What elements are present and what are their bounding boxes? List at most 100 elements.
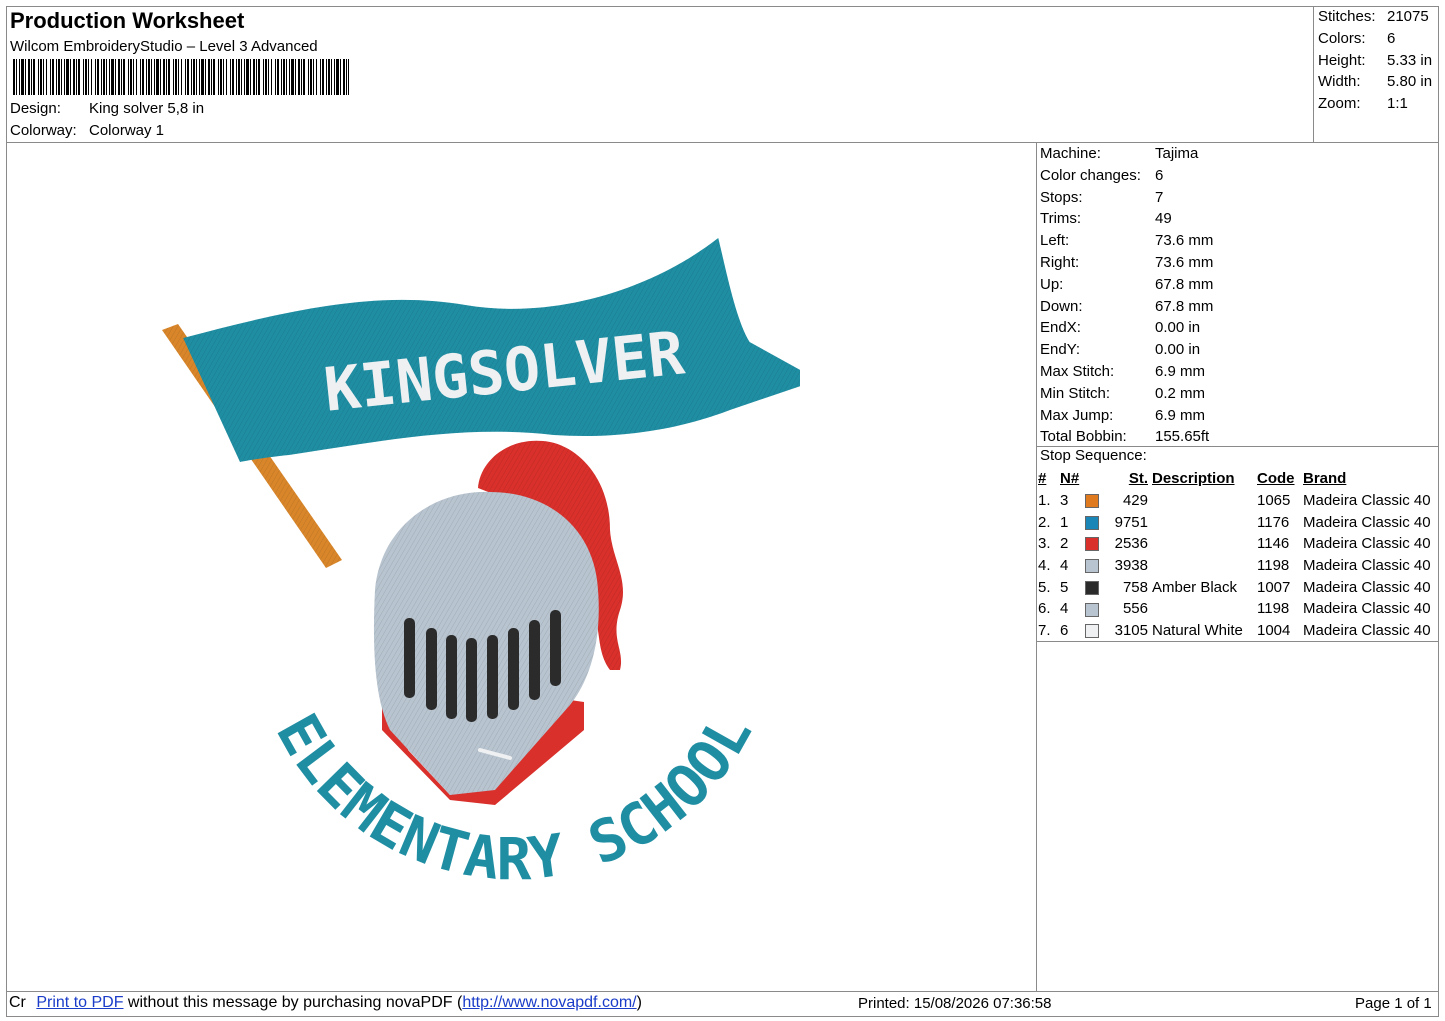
row-swatch (1085, 490, 1103, 512)
banner: KINGSOLVER (183, 238, 800, 462)
print-to-pdf-link[interactable]: Print to PDF (36, 994, 123, 1011)
row-description: Amber Black (1152, 578, 1238, 596)
row-n: 3 (1060, 492, 1069, 510)
row-swatch (1085, 555, 1103, 577)
row-st: 2536 (1114, 535, 1148, 553)
table-row: 6. 4 556 1198 Madeira Classic 40 (1038, 598, 1431, 620)
machine-value: 6.9 mm (1155, 362, 1206, 380)
panel-divider (1036, 142, 1037, 992)
summary-label: Height: (1318, 51, 1366, 69)
footer-prefix: Cr (9, 994, 26, 1011)
col-st: St. (1128, 470, 1148, 488)
design-label: Design: (10, 100, 61, 117)
summary-stats: Stitches: 21075 Colors: 6 Height: 5.33 in Widt… (1318, 6, 1432, 115)
row-n: 4 (1060, 557, 1069, 575)
row-n: 6 (1060, 622, 1069, 640)
row-swatch (1085, 511, 1103, 533)
color-swatch (1085, 559, 1099, 574)
embroidery-design: KINGSOLVER ELEMENTARY SCHOOL (162, 238, 800, 893)
machine-row: Right: 73.6 mm (1040, 252, 1213, 274)
machine-label: Max Jump: (1040, 406, 1114, 424)
row-brand: Madeira Classic 40 (1303, 492, 1431, 510)
row-num: 1. (1038, 492, 1051, 510)
software-name: Wilcom EmbroideryStudio – Level 3 Advanc… (10, 38, 318, 55)
machine-value: 73.6 mm (1155, 232, 1214, 250)
summary-value: 21075 (1387, 8, 1429, 25)
row-num: 6. (1038, 600, 1051, 618)
row-description (1152, 555, 1257, 577)
machine-label: Down: (1040, 297, 1083, 315)
summary-value: 1:1 (1387, 95, 1408, 113)
row-st: 3938 (1114, 557, 1148, 575)
machine-info: Machine: Tajima Color changes: 6 Stops: 7 Trim… (1040, 143, 1213, 448)
machine-row: Max Jump: 6.9 mm (1040, 405, 1213, 427)
row-code: 1198 (1257, 600, 1290, 618)
color-swatch (1085, 580, 1099, 595)
col-brand: Brand (1303, 470, 1347, 488)
machine-label: EndX: (1040, 319, 1081, 337)
row-description (1152, 598, 1257, 620)
color-swatch (1085, 515, 1099, 530)
table-row: 3. 2 2536 1146 Madeira Classic 40 (1038, 533, 1431, 555)
row-brand: Madeira Classic 40 (1303, 557, 1431, 575)
row-swatch (1085, 533, 1103, 555)
row-n: 1 (1060, 513, 1069, 531)
row-code: 1198 (1257, 557, 1290, 575)
machine-row: Min Stitch: 0.2 mm (1040, 383, 1213, 405)
row-description (1152, 533, 1257, 555)
summary-label: Zoom: (1318, 95, 1361, 113)
colorway-value: Colorway 1 (89, 122, 165, 139)
row-num: 4. (1038, 557, 1051, 575)
row-code: 1004 (1257, 622, 1291, 640)
row-n: 2 (1060, 535, 1069, 553)
machine-label: Right: (1040, 253, 1080, 271)
color-swatch (1085, 624, 1099, 639)
color-swatch (1085, 494, 1099, 509)
summary-row: Height: 5.33 in (1318, 50, 1432, 72)
machine-value: Tajima (1155, 145, 1199, 162)
machine-value: 0.00 in (1155, 341, 1201, 359)
table-row: 5. 5 758 Amber Black 1007 Madeira Classic 40 (1038, 576, 1431, 598)
color-swatch (1085, 602, 1099, 617)
row-n: 5 (1060, 578, 1069, 596)
machine-value: 67.8 mm (1155, 297, 1214, 315)
stop-sequence-table: # N# St. Description Code Brand 1. 3 429 10… (1038, 468, 1431, 642)
footer-message: Cr Print to PDF without this message by … (9, 994, 642, 1012)
table-header-row: # N# St. Description Code Brand (1038, 468, 1431, 490)
stop-sequence-title: Stop Sequence: (1040, 447, 1147, 464)
machine-value: 49 (1155, 210, 1172, 228)
row-brand: Madeira Classic 40 (1303, 513, 1431, 531)
summary-value: 5.80 in (1387, 73, 1433, 91)
machine-row: Color changes: 6 (1040, 165, 1213, 187)
row-description (1152, 511, 1257, 533)
machine-value: 155.65ft (1155, 428, 1210, 446)
machine-row: Max Stitch: 6.9 mm (1040, 361, 1213, 383)
row-st: 429 (1122, 492, 1148, 510)
row-st: 556 (1122, 600, 1148, 618)
col-num: # (1038, 470, 1047, 488)
row-brand: Madeira Classic 40 (1303, 600, 1431, 618)
table-row: 4. 4 3938 1198 Madeira Classic 40 (1038, 555, 1431, 577)
footer-divider (6, 991, 1439, 992)
machine-row: EndY: 0.00 in (1040, 339, 1213, 361)
novapdf-link[interactable]: http://www.novapdf.com/ (462, 994, 636, 1011)
machine-label: Min Stitch: (1040, 384, 1111, 402)
summary-row: Zoom: 1:1 (1318, 93, 1432, 115)
machine-value: 6 (1155, 166, 1164, 184)
machine-row: EndX: 0.00 in (1040, 317, 1213, 339)
row-brand: Madeira Classic 40 (1303, 578, 1431, 596)
row-code: 1007 (1257, 578, 1291, 596)
machine-row: Stops: 7 (1040, 187, 1213, 209)
row-st: 9751 (1114, 513, 1148, 531)
machine-label: EndY: (1040, 341, 1081, 359)
machine-value: 67.8 mm (1155, 275, 1214, 293)
row-num: 2. (1038, 513, 1051, 531)
row-code: 1146 (1257, 535, 1290, 553)
summary-row: Stitches: 21075 (1318, 6, 1432, 28)
colorway-label: Colorway: (10, 122, 77, 139)
summary-divider (1313, 6, 1314, 142)
row-description (1152, 490, 1257, 512)
barcode (13, 59, 349, 95)
machine-row: Up: 67.8 mm (1040, 274, 1213, 296)
summary-value: 6 (1387, 29, 1396, 47)
